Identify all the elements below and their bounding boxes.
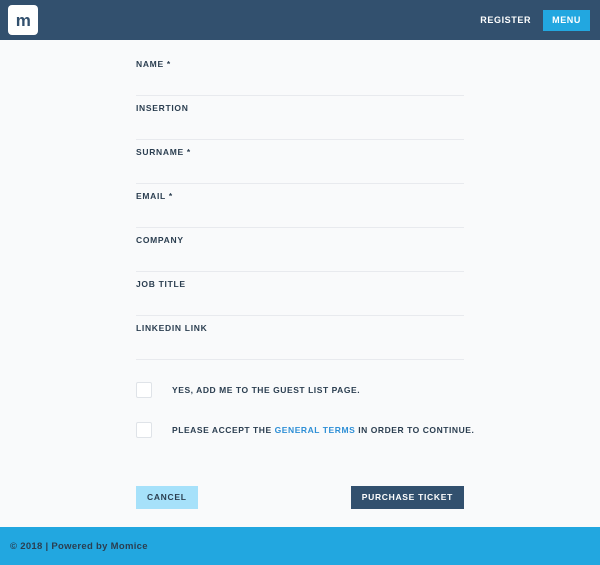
field-company: COMPANY [136,228,464,272]
menu-button[interactable]: MENU [543,9,590,31]
field-insertion: INSERTION [136,96,464,140]
general-terms-link[interactable]: GENERAL TERMS [275,425,356,435]
field-label-name: NAME * [136,59,171,69]
guest-list-label-text: YES, ADD ME TO THE GUEST LIST PAGE. [172,385,361,395]
field-linkedin-link: LINKEDIN LINK [136,316,464,360]
logo[interactable]: m [8,5,38,35]
surname-input[interactable] [136,160,464,182]
name-input[interactable] [136,72,464,94]
company-input[interactable] [136,248,464,270]
insertion-input[interactable] [136,116,464,138]
field-surname: SURNAME * [136,140,464,184]
field-name: NAME * [136,52,464,96]
linkedin-link-input[interactable] [136,336,464,358]
checkbox-row-guest-list: YES, ADD ME TO THE GUEST LIST PAGE. [136,370,464,410]
form-actions: CANCEL PURCHASE TICKET [136,486,464,509]
field-label-email: EMAIL * [136,191,173,201]
field-label-company: COMPANY [136,235,184,245]
guest-list-checkbox-label: YES, ADD ME TO THE GUEST LIST PAGE. [172,385,360,395]
site-footer: © 2018 | Powered by Momice [0,527,600,565]
header-nav: REGISTER MENU [480,9,590,31]
registration-form: NAME * INSERTION SURNAME * EMAIL * COMPA… [136,52,474,509]
cancel-button[interactable]: CANCEL [136,486,198,509]
field-label-insertion: INSERTION [136,103,189,113]
terms-checkbox[interactable] [136,422,152,438]
footer-copyright: © 2018 | Powered by Momice [10,540,148,552]
terms-label-before: PLEASE ACCEPT THE [172,425,275,435]
field-label-linkedin-link: LINKEDIN LINK [136,323,208,333]
terms-checkbox-label: PLEASE ACCEPT THE GENERAL TERMS IN ORDER… [172,425,474,435]
logo-letter: m [15,10,31,30]
guest-list-checkbox[interactable] [136,382,152,398]
field-email: EMAIL * [136,184,464,228]
site-header: m REGISTER MENU [0,0,600,40]
email-input[interactable] [136,204,464,226]
field-job-title: JOB TITLE [136,272,464,316]
purchase-ticket-button[interactable]: PURCHASE TICKET [350,486,464,509]
checkbox-row-terms: PLEASE ACCEPT THE GENERAL TERMS IN ORDER… [136,410,474,450]
terms-label-after: IN ORDER TO CONTINUE. [355,425,475,435]
job-title-input[interactable] [136,292,464,314]
page-content: NAME * INSERTION SURNAME * EMAIL * COMPA… [0,40,600,527]
field-label-surname: SURNAME * [136,147,191,157]
register-link[interactable]: REGISTER [480,15,531,25]
field-label-job-title: JOB TITLE [136,279,186,289]
